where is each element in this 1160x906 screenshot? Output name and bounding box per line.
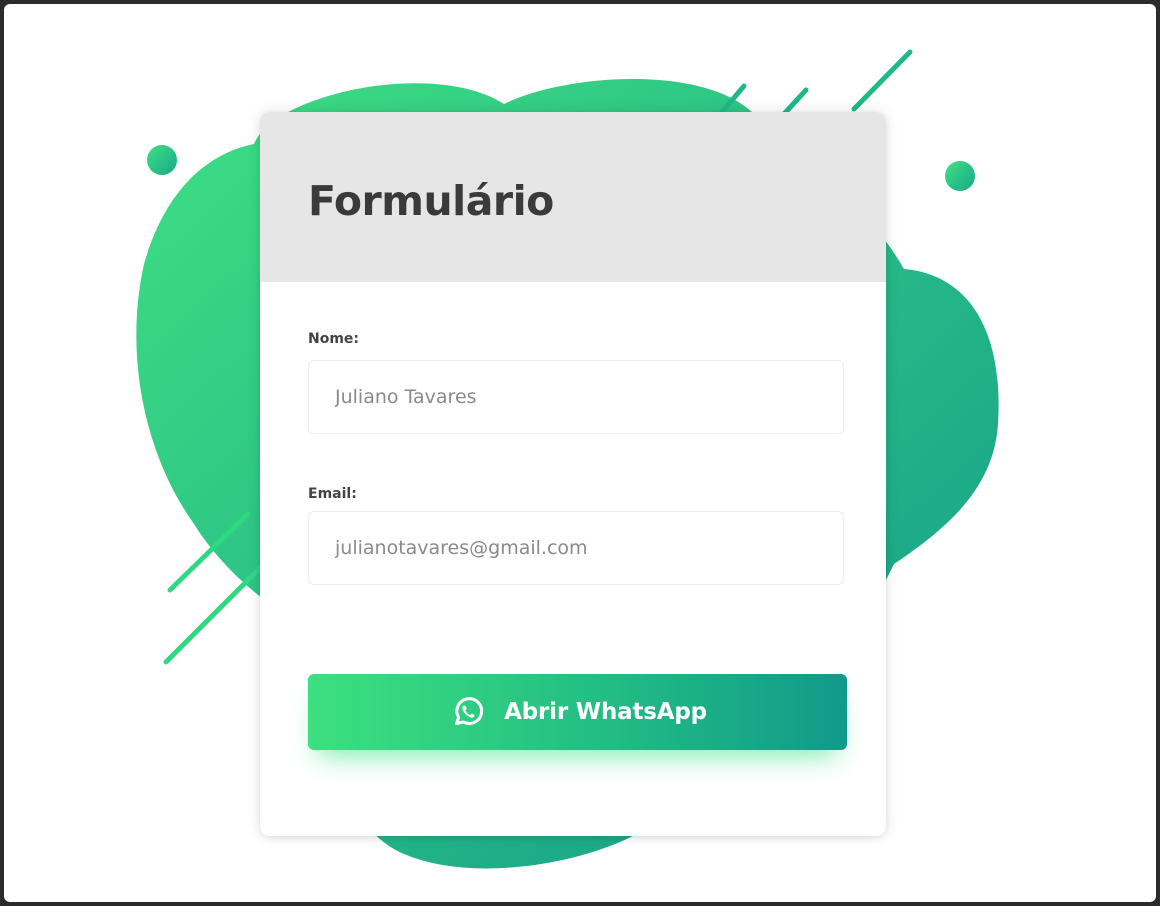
email-input[interactable] (308, 511, 844, 585)
name-label: Nome: (308, 331, 360, 347)
form-card: Formulário Nome: Email: Abrir WhatsApp (260, 112, 886, 836)
open-whatsapp-button[interactable]: Abrir WhatsApp (308, 674, 847, 750)
whatsapp-icon (448, 692, 488, 732)
email-label: Email: (308, 486, 357, 502)
page-frame: Formulário Nome: Email: Abrir WhatsApp (4, 4, 1156, 902)
decorative-lines-top (719, 49, 913, 117)
open-whatsapp-label: Abrir WhatsApp (504, 699, 707, 725)
decorative-dot (147, 145, 177, 175)
decorative-dot (945, 161, 975, 191)
name-input[interactable] (308, 360, 844, 434)
form-header: Formulário (260, 112, 886, 282)
form-title: Formulário (308, 177, 554, 225)
